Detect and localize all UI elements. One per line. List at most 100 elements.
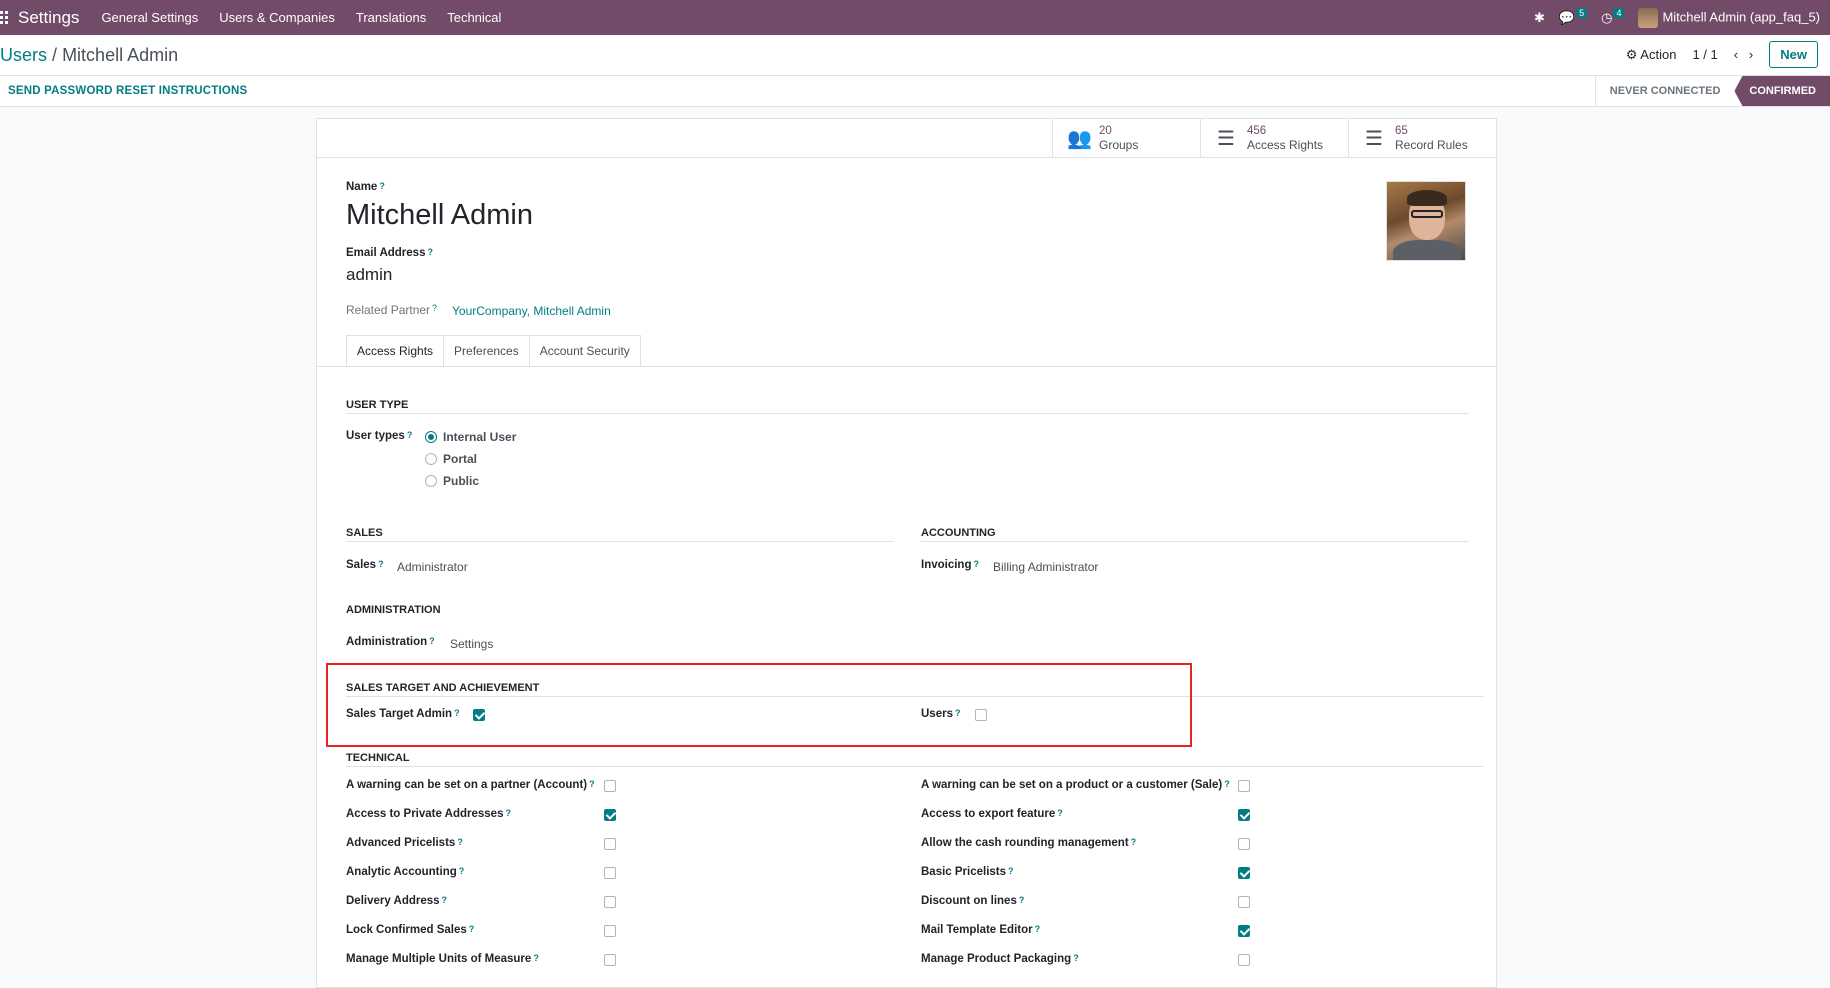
section-divider	[921, 541, 1469, 542]
tech-left-label-2: Advanced Pricelists?	[346, 837, 463, 849]
help-icon[interactable]: ?	[505, 808, 511, 818]
user-photo[interactable]	[1386, 181, 1466, 261]
stage-confirmed[interactable]: CONFIRMED	[1734, 76, 1830, 106]
help-icon[interactable]: ?	[379, 181, 385, 191]
record-rules-stat-button[interactable]: ☰ 65 Record Rules	[1348, 119, 1496, 158]
menu-technical[interactable]: Technical	[447, 10, 501, 25]
record-rules-count: 65	[1395, 125, 1408, 137]
radio-internal-user[interactable]: Internal User	[425, 430, 516, 444]
help-icon[interactable]: ?	[1057, 808, 1063, 818]
radio-public-label: Public	[443, 474, 480, 488]
tech-left-checkbox-6[interactable]	[604, 954, 616, 966]
radio-public[interactable]: Public	[425, 474, 479, 488]
section-technical: TECHNICAL	[346, 752, 410, 764]
sales-select[interactable]: Administrator	[397, 560, 468, 574]
help-icon[interactable]: ?	[432, 303, 437, 313]
tab-access-rights[interactable]: Access Rights	[346, 335, 445, 367]
administration-label: Administration?	[346, 636, 435, 648]
tech-right-checkbox-5[interactable]	[1238, 925, 1250, 937]
user-label: Mitchell Admin (app_faq_5)	[1662, 8, 1820, 24]
action-button[interactable]: ⚙ Action	[1626, 47, 1677, 63]
help-icon[interactable]: ?	[429, 636, 435, 646]
tech-left-checkbox-1[interactable]	[604, 809, 616, 821]
help-icon[interactable]: ?	[457, 837, 463, 847]
section-sales: SALES	[346, 527, 383, 539]
pager-value[interactable]: 1 / 1	[1692, 47, 1717, 62]
tech-left-label-4-text: Delivery Address	[346, 895, 440, 907]
help-icon[interactable]: ?	[1073, 953, 1079, 963]
help-icon[interactable]: ?	[1224, 779, 1230, 789]
tech-right-checkbox-0[interactable]	[1238, 780, 1250, 792]
tech-right-label-4: Discount on lines?	[921, 895, 1024, 907]
help-icon[interactable]: ?	[442, 895, 448, 905]
tech-right-checkbox-6[interactable]	[1238, 954, 1250, 966]
user-types-label-text: User types	[346, 430, 405, 442]
stage-list: NEVER CONNECTED CONFIRMED	[1594, 76, 1830, 106]
tech-right-checkbox-1[interactable]	[1238, 809, 1250, 821]
access-rights-stat-button[interactable]: ☰ 456 Access Rights	[1200, 119, 1348, 158]
tech-right-label-0: A warning can be set on a product or a c…	[921, 779, 1230, 791]
tech-left-checkbox-3[interactable]	[604, 867, 616, 879]
name-field[interactable]: Mitchell Admin	[346, 199, 533, 232]
apps-menu-icon[interactable]	[0, 10, 8, 25]
tech-right-label-5: Mail Template Editor?	[921, 924, 1040, 936]
sales-label-text: Sales	[346, 559, 377, 571]
help-icon[interactable]: ?	[1035, 924, 1041, 934]
access-rights-label: Access Rights	[1247, 138, 1324, 152]
help-icon[interactable]: ?	[378, 559, 384, 569]
help-icon[interactable]: ?	[1008, 866, 1014, 876]
help-icon[interactable]: ?	[407, 430, 413, 440]
access-rights-count: 456	[1247, 125, 1267, 137]
tech-left-checkbox-2[interactable]	[604, 838, 616, 850]
tech-right-checkbox-2[interactable]	[1238, 838, 1250, 850]
stage-never-connected[interactable]: NEVER CONNECTED	[1594, 76, 1735, 106]
top-navbar: Settings General Settings Users & Compan…	[0, 0, 1830, 35]
help-icon[interactable]: ?	[589, 779, 595, 789]
groups-stat-button[interactable]: 👥 20 Groups	[1052, 119, 1200, 158]
pager-controls: ‹ ›	[1734, 47, 1754, 62]
administration-select[interactable]: Settings	[450, 637, 493, 651]
related-partner-link[interactable]: YourCompany, Mitchell Admin	[452, 304, 611, 318]
activities-button[interactable]: ◷ 4	[1601, 7, 1625, 26]
invoicing-select[interactable]: Billing Administrator	[993, 560, 1098, 574]
new-button[interactable]: New	[1769, 41, 1818, 68]
tech-left-label-0-text: A warning can be set on a partner (Accou…	[346, 779, 588, 791]
menu-general-settings[interactable]: General Settings	[101, 10, 198, 25]
tech-left-checkbox-5[interactable]	[604, 925, 616, 937]
tech-left-checkbox-0[interactable]	[604, 780, 616, 792]
help-icon[interactable]: ?	[1019, 895, 1025, 905]
menu-translations[interactable]: Translations	[356, 10, 426, 25]
action-label: Action	[1640, 46, 1677, 62]
administration-label-text: Administration	[346, 636, 428, 648]
section-user-type: USER TYPE	[346, 399, 409, 411]
chevron-left-icon[interactable]: ‹	[1734, 47, 1738, 62]
email-field[interactable]: admin	[346, 265, 392, 285]
sales-label: Sales?	[346, 559, 384, 571]
menu-users-companies[interactable]: Users & Companies	[219, 10, 335, 25]
tab-account-security[interactable]: Account Security	[529, 335, 641, 367]
breadcrumb-separator: /	[52, 44, 58, 65]
help-icon[interactable]: ?	[459, 866, 465, 876]
radio-portal[interactable]: Portal	[425, 452, 477, 466]
breadcrumb-users[interactable]: Users	[0, 45, 47, 65]
tech-right-label-4-text: Discount on lines	[921, 895, 1017, 907]
groups-count: 20	[1099, 125, 1112, 137]
help-icon[interactable]: ?	[469, 924, 475, 934]
tech-right-checkbox-3[interactable]	[1238, 867, 1250, 879]
user-types-label: User types?	[346, 430, 412, 442]
tech-right-checkbox-4[interactable]	[1238, 896, 1250, 908]
tab-preferences[interactable]: Preferences	[444, 335, 530, 367]
help-icon[interactable]: ?	[1131, 837, 1137, 847]
help-icon[interactable]: ?	[973, 559, 979, 569]
chevron-right-icon[interactable]: ›	[1749, 47, 1753, 62]
send-password-reset-button[interactable]: SEND PASSWORD RESET INSTRUCTIONS	[8, 85, 247, 97]
clock-icon: ◷	[1601, 9, 1613, 25]
user-menu[interactable]: Mitchell Admin (app_faq_5)	[1638, 7, 1820, 28]
app-title[interactable]: Settings	[18, 8, 79, 28]
tech-left-checkbox-4[interactable]	[604, 896, 616, 908]
messages-button[interactable]: 💬 5	[1559, 7, 1588, 26]
help-icon[interactable]: ?	[427, 247, 433, 257]
debug-bug-icon[interactable]: ✱	[1534, 10, 1545, 26]
help-icon[interactable]: ?	[533, 953, 539, 963]
partner-label-text: Related Partner	[346, 303, 431, 317]
